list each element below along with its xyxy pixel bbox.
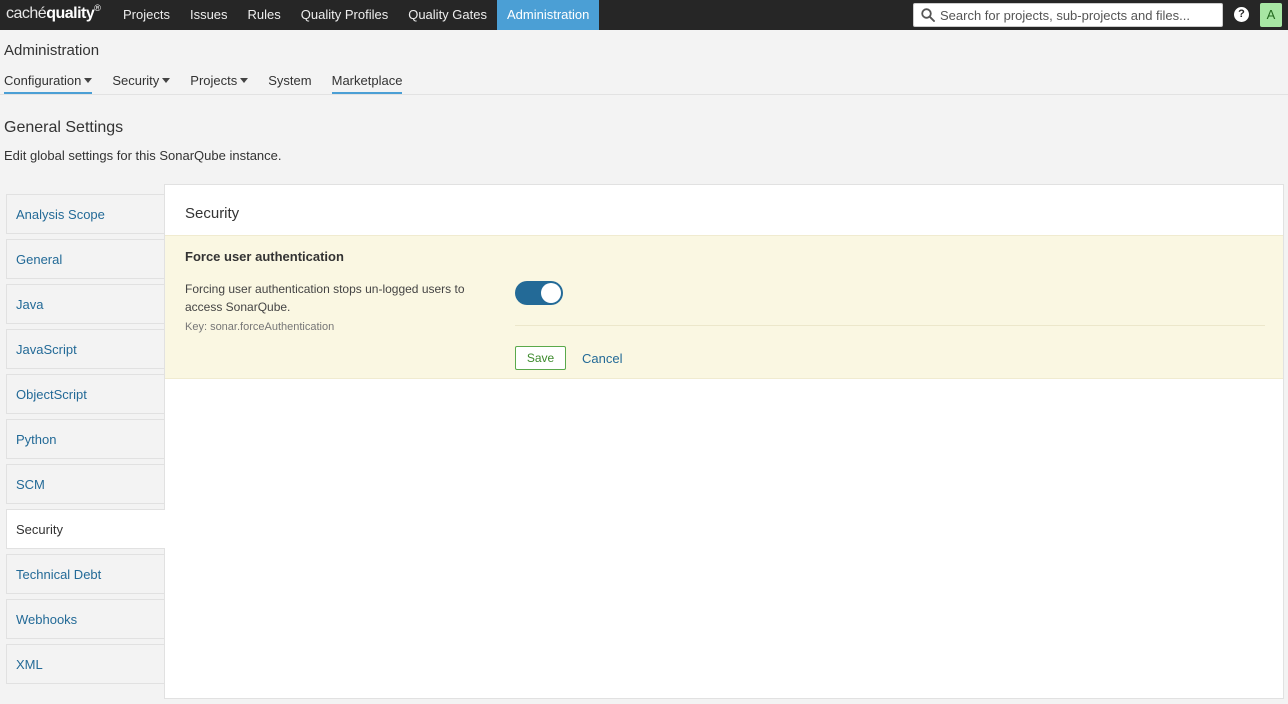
toggle-knob — [541, 283, 561, 303]
subnav-projects[interactable]: Projects — [190, 72, 249, 95]
subnav-configuration-label: Configuration — [4, 73, 82, 88]
nav-projects[interactable]: Projects — [113, 0, 180, 30]
settings-title: General Settings — [4, 119, 124, 136]
caret-down-icon — [84, 78, 93, 84]
category-technical-debt[interactable]: Technical Debt — [6, 554, 165, 594]
global-search — [913, 3, 1223, 27]
subnav-marketplace[interactable]: Marketplace — [331, 72, 403, 95]
subnav-security-label: Security — [112, 73, 160, 88]
category-javascript[interactable]: JavaScript — [6, 329, 165, 369]
nav-issues[interactable]: Issues — [180, 0, 238, 30]
nav-rules[interactable]: Rules — [238, 0, 291, 30]
settings-description: Edit global settings for this SonarQube … — [4, 148, 282, 163]
top-navbar: cachéquality® Projects Issues Rules Qual… — [0, 0, 1288, 30]
settings-panel: Security Force user authentication Forci… — [164, 184, 1284, 699]
panel-title: Security — [185, 205, 240, 222]
force-auth-toggle[interactable] — [515, 281, 563, 305]
logo-text-bold: quality — [46, 5, 95, 22]
logo-mark: ® — [94, 3, 101, 13]
admin-subnav: Configuration Security Projects System M… — [4, 72, 422, 95]
logo[interactable]: cachéquality® — [6, 3, 101, 25]
category-java[interactable]: Java — [6, 284, 165, 324]
setting-force-authentication: Force user authentication Forcing user a… — [165, 235, 1283, 379]
setting-description: Forcing user authentication stops un-log… — [185, 282, 465, 314]
setting-key: Key: sonar.forceAuthentication — [185, 321, 335, 333]
setting-name: Force user authentication — [185, 249, 344, 264]
search-icon — [921, 8, 935, 22]
nav-quality-gates[interactable]: Quality Gates — [398, 0, 497, 30]
save-button[interactable]: Save — [515, 346, 566, 370]
category-python[interactable]: Python — [6, 419, 165, 459]
category-xml[interactable]: XML — [6, 644, 165, 684]
cancel-link[interactable]: Cancel — [582, 351, 622, 366]
header-divider — [0, 94, 1288, 95]
nav-administration[interactable]: Administration — [496, 0, 600, 30]
page-title: Administration — [4, 42, 100, 59]
setting-separator — [515, 325, 1265, 326]
nav-quality-profiles[interactable]: Quality Profiles — [291, 0, 398, 30]
category-webhooks[interactable]: Webhooks — [6, 599, 165, 639]
search-input[interactable] — [940, 6, 1218, 24]
category-objectscript[interactable]: ObjectScript — [6, 374, 165, 414]
subnav-projects-label: Projects — [190, 73, 238, 88]
avatar[interactable]: A — [1260, 3, 1282, 27]
main-nav: Projects Issues Rules Quality Profiles Q… — [113, 0, 600, 30]
subnav-system[interactable]: System — [268, 72, 311, 95]
caret-down-icon — [162, 78, 171, 84]
subnav-security[interactable]: Security — [112, 72, 171, 95]
category-analysis-scope[interactable]: Analysis Scope — [6, 194, 165, 234]
caret-down-icon — [240, 78, 249, 84]
help-icon[interactable]: ? — [1234, 7, 1249, 22]
subnav-configuration[interactable]: Configuration — [4, 72, 93, 95]
category-scm[interactable]: SCM — [6, 464, 165, 504]
logo-text-light: caché — [6, 5, 47, 22]
category-security[interactable]: Security — [6, 509, 165, 549]
category-general[interactable]: General — [6, 239, 165, 279]
